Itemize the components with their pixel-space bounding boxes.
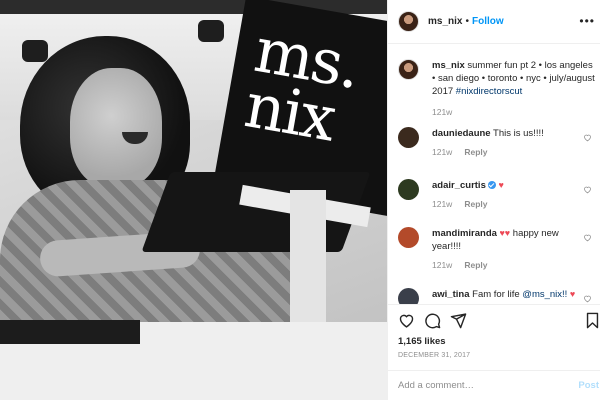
like-comment-icon[interactable] <box>583 133 592 142</box>
reply-button[interactable]: Reply <box>464 147 487 157</box>
caption-text: ms_nix summer fun pt 2 • los angeles • s… <box>432 59 598 98</box>
comment-bubble-icon[interactable] <box>424 312 441 329</box>
post-header: ms_nix • Follow ••• <box>388 0 600 44</box>
follow-button[interactable]: Follow <box>472 16 504 27</box>
like-comment-icon[interactable] <box>583 233 592 242</box>
avatar[interactable] <box>398 227 419 248</box>
comment-text: adair_curtis ♥ <box>432 179 598 192</box>
comment-text: dauniedaune This is us!!!! <box>432 127 598 140</box>
stage-light <box>198 20 224 42</box>
comment-item: adair_curtis ♥ 121w Reply <box>398 179 598 209</box>
avatar[interactable] <box>398 127 419 148</box>
caption: ms_nix summer fun pt 2 • los angeles • s… <box>398 59 598 117</box>
reply-button[interactable]: Reply <box>464 260 487 270</box>
comment-item: mandimiranda ♥♥ happy new year!!!! 121w R… <box>398 227 598 270</box>
comment-age[interactable]: 121w <box>432 147 452 157</box>
avatar[interactable] <box>398 288 419 304</box>
laptop-stand <box>290 190 326 330</box>
save-bookmark-icon[interactable] <box>584 312 600 329</box>
comment-meta: 121w Reply <box>432 260 598 270</box>
avatar[interactable] <box>398 59 419 80</box>
caption-username[interactable]: ms_nix <box>432 60 465 71</box>
header-separator: • <box>465 16 469 27</box>
heart-emoji: ♥♥ <box>496 228 511 238</box>
comment-username[interactable]: dauniedaune <box>432 128 491 139</box>
comment-meta: 121w Reply <box>432 199 598 209</box>
comment-meta: 121w Reply <box>432 147 598 157</box>
like-comment-icon[interactable] <box>583 294 592 303</box>
comment-text: awi_tina Fam for life @ms_nix!! ♥ <box>432 288 598 301</box>
caption-age[interactable]: 121w <box>432 107 598 117</box>
avatar[interactable] <box>398 179 419 200</box>
comment-username[interactable]: awi_tina <box>432 289 470 300</box>
add-comment-bar: Post <box>388 370 600 400</box>
header-username[interactable]: ms_nix <box>428 16 462 27</box>
avatar[interactable] <box>398 11 419 32</box>
comment-item: awi_tina Fam for life @ms_nix!! ♥ <box>398 288 598 304</box>
post-comment-button[interactable]: Post <box>578 380 599 391</box>
dj-sign-text: ms. nix <box>239 12 365 156</box>
heart-emoji: ♥ <box>567 289 576 299</box>
more-options-icon[interactable]: ••• <box>579 14 595 28</box>
post-photo[interactable]: ms. nix <box>0 0 387 400</box>
dj-mixer <box>0 320 140 344</box>
comment-text: mandimiranda ♥♥ happy new year!!!! <box>432 227 598 253</box>
comment-body: This is us!!!! <box>490 128 544 139</box>
comment-mention[interactable]: @ms_nix!! <box>522 289 567 300</box>
comment-age[interactable]: 121w <box>432 260 452 270</box>
comment-body: Fam for life <box>469 289 523 300</box>
comment-input[interactable] <box>398 380 568 391</box>
comment-username[interactable]: adair_curtis <box>432 180 486 191</box>
stage-light <box>22 40 48 62</box>
reply-button[interactable]: Reply <box>464 199 487 209</box>
verified-badge-icon <box>487 181 496 189</box>
comment-age[interactable]: 121w <box>432 199 452 209</box>
comments-list[interactable]: ms_nix summer fun pt 2 • los angeles • s… <box>388 45 600 304</box>
likes-count[interactable]: 1,165 likes <box>398 336 446 347</box>
heart-emoji: ♥ <box>498 180 504 190</box>
post-sidebar: ms_nix • Follow ••• ms_nix summer fun pt… <box>387 0 600 400</box>
like-heart-icon[interactable] <box>398 312 415 329</box>
comment-item: dauniedaune This is us!!!! 121w Reply <box>398 127 598 157</box>
caption-hashtag[interactable]: #nixdirectorscut <box>456 86 523 97</box>
subject-face <box>70 68 162 188</box>
post-date: DECEMBER 31, 2017 <box>398 352 471 359</box>
post-actions <box>388 304 600 336</box>
share-send-icon[interactable] <box>450 312 467 329</box>
like-comment-icon[interactable] <box>583 185 592 194</box>
comment-username[interactable]: mandimiranda <box>432 228 497 239</box>
